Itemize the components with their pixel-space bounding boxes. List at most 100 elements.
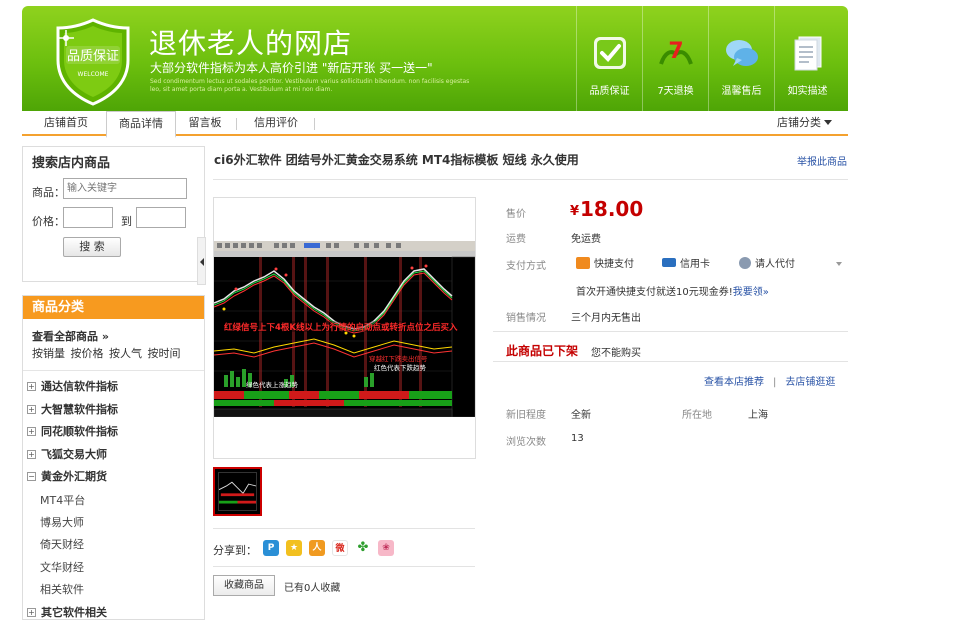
- price-label: 价格：: [32, 215, 65, 228]
- shop-fine-print: Sed condimentum lectus ut sodales portit…: [150, 78, 470, 93]
- tab-guestbook[interactable]: 留言板: [178, 111, 232, 136]
- divider: [493, 331, 848, 332]
- recommend-link[interactable]: 查看本店推荐: [704, 377, 764, 388]
- credit-card-icon: [662, 258, 676, 267]
- views-label: 浏览次数: [506, 437, 546, 448]
- price-max-input[interactable]: [136, 207, 186, 228]
- nav-divider: [236, 118, 237, 130]
- link-separator: |: [773, 377, 777, 388]
- quick-pay-icon: [576, 256, 590, 269]
- payment-name: 快捷支付: [594, 259, 634, 270]
- share-label: 分享到：: [213, 544, 257, 557]
- subcategory-item[interactable]: 倚天财经: [40, 536, 84, 552]
- people-icon: [739, 256, 751, 269]
- check-icon: [593, 37, 626, 69]
- subcategory-item[interactable]: MT4平台: [40, 492, 85, 508]
- shop-banner: 品质保证 WELCOME 退休老人的网店 大部分软件指标为本人高价引进 "新店开…: [22, 6, 848, 111]
- payment-proxy[interactable]: 请人代付: [739, 255, 795, 270]
- promise-return[interactable]: 7 7天退换: [642, 6, 708, 111]
- expand-icon[interactable]: +: [27, 449, 36, 459]
- pay-promo-link[interactable]: 我要领»: [733, 287, 769, 298]
- clover-share-icon[interactable]: ✤: [355, 540, 371, 556]
- product-thumbnail[interactable]: [213, 467, 262, 516]
- shipping-label: 运费: [506, 234, 526, 245]
- caret-down-icon: [824, 120, 832, 125]
- payment-credit[interactable]: 信用卡: [662, 255, 710, 270]
- off-shelf-note: 您不能购买: [591, 348, 641, 359]
- sina-weibo-share-icon[interactable]: 微: [332, 540, 348, 556]
- promise-service[interactable]: 温馨售后: [708, 6, 774, 111]
- renren-share-icon[interactable]: 人: [309, 540, 325, 556]
- chart-banner-text: 红绿信号上下4根K线以上为行情的启动点或转折点位之后买入: [224, 322, 458, 333]
- pink-share-icon[interactable]: ❀: [378, 540, 394, 556]
- shop-title: 退休老人的网店: [149, 27, 353, 60]
- promise-label: 温馨售后: [721, 86, 762, 97]
- sort-links[interactable]: 按销量 按价格 按人气 按时间: [32, 345, 181, 361]
- report-link[interactable]: 举报此商品: [797, 153, 847, 168]
- payment-name: 信用卡: [680, 259, 710, 270]
- visit-shop-link[interactable]: 去店铺逛逛: [785, 377, 835, 388]
- payment-name: 请人代付: [755, 259, 795, 270]
- sidebar-collapse-handle[interactable]: [197, 237, 206, 285]
- tab-details[interactable]: 商品详情: [106, 111, 176, 138]
- subcategory-item[interactable]: 博易大师: [40, 514, 84, 530]
- shop-search-panel: 搜索店内商品 商品： 价格： 到 搜 索: [22, 146, 205, 282]
- sales-label: 销售情况: [506, 313, 546, 324]
- collapse-icon[interactable]: −: [27, 471, 36, 481]
- chart-red-label: 红色代表下跌趋势: [374, 363, 427, 372]
- view-all-link[interactable]: 查看全部商品 »: [32, 328, 109, 344]
- category-label: 其它软件相关: [41, 606, 107, 619]
- shop-category-dropdown[interactable]: 店铺分类: [777, 111, 832, 135]
- promise-quality[interactable]: 品质保证: [576, 6, 642, 111]
- thumbnail-image: [218, 472, 257, 511]
- shop-nav: 店铺首页 商品详情 留言板 信用评价 店铺分类: [22, 111, 848, 138]
- product-label: 商品：: [32, 186, 65, 199]
- category-item[interactable]: + 通达信软件指标: [27, 378, 118, 394]
- category-label: 飞狐交易大师: [41, 448, 107, 461]
- price-value: 18.00: [580, 197, 644, 221]
- tab-credit[interactable]: 信用评价: [244, 111, 308, 136]
- price-min-input[interactable]: [63, 207, 113, 228]
- expand-icon[interactable]: +: [27, 404, 36, 414]
- pay-promo-text: 首次开通快捷支付就送10元现金券!: [576, 287, 733, 298]
- subcategory-item[interactable]: 文华财经: [40, 559, 84, 575]
- shop-links: 查看本店推荐 | 去店铺逛逛: [704, 373, 835, 388]
- expand-icon[interactable]: +: [27, 381, 36, 391]
- category-label: 同花顺软件指标: [41, 425, 118, 438]
- pay-promo: 首次开通快捷支付就送10元现金券!我要领»: [576, 283, 769, 298]
- location-value: 上海: [748, 410, 768, 421]
- views-value: 13: [571, 433, 584, 444]
- shop-slogan: 大部分软件指标为本人高价引进 "新店开张 买一送一": [150, 61, 433, 75]
- subcategory-item[interactable]: 相关软件: [40, 581, 84, 597]
- weibo-p-share-icon[interactable]: P: [263, 540, 279, 556]
- payment-expand-icon[interactable]: [836, 262, 842, 266]
- category-item[interactable]: − 黄金外汇期货: [27, 468, 107, 484]
- category-item[interactable]: + 同花顺软件指标: [27, 423, 118, 439]
- chat-bubble-icon: [725, 40, 758, 66]
- expand-icon[interactable]: +: [27, 607, 36, 617]
- keyword-input[interactable]: [63, 178, 187, 199]
- divider: [213, 566, 475, 567]
- category-item[interactable]: + 大智慧软件指标: [27, 401, 118, 417]
- promise-bar: 品质保证 7 7天退换 温馨售后 如实描述: [576, 6, 840, 111]
- location-label: 所在地: [682, 410, 712, 421]
- condition-label: 新旧程度: [506, 410, 546, 421]
- payment-quick[interactable]: 快捷支付: [576, 255, 634, 270]
- category-item[interactable]: + 其它软件相关: [27, 604, 107, 620]
- shipping-value: 免运费: [571, 234, 601, 245]
- sales-value: 三个月内无售出: [571, 313, 641, 324]
- category-item[interactable]: + 飞狐交易大师: [27, 446, 107, 462]
- product-main-image[interactable]: 红绿信号上下4根K线以上为行情的启动点或转折点位之后买入 穿越红下跌卖出信号 红…: [213, 197, 476, 459]
- trading-screenshot: 红绿信号上下4根K线以上为行情的启动点或转折点位之后买入 穿越红下跌卖出信号 红…: [214, 241, 475, 417]
- category-panel: 商品分类 查看全部商品 » 按销量 按价格 按人气 按时间 + 通达信软件指标 +…: [22, 295, 205, 620]
- promise-label: 品质保证: [589, 86, 630, 97]
- search-button[interactable]: 搜 索: [63, 237, 121, 257]
- expand-icon[interactable]: +: [27, 426, 36, 436]
- tab-home[interactable]: 店铺首页: [22, 111, 110, 136]
- favorite-count: 已有0人收藏: [284, 583, 341, 594]
- favorite-button[interactable]: 收藏商品: [213, 575, 275, 596]
- svg-text:7: 7: [668, 39, 683, 64]
- promise-describe[interactable]: 如实描述: [774, 6, 840, 111]
- promise-label: 7天退换: [657, 86, 694, 97]
- star-share-icon[interactable]: ★: [286, 540, 302, 556]
